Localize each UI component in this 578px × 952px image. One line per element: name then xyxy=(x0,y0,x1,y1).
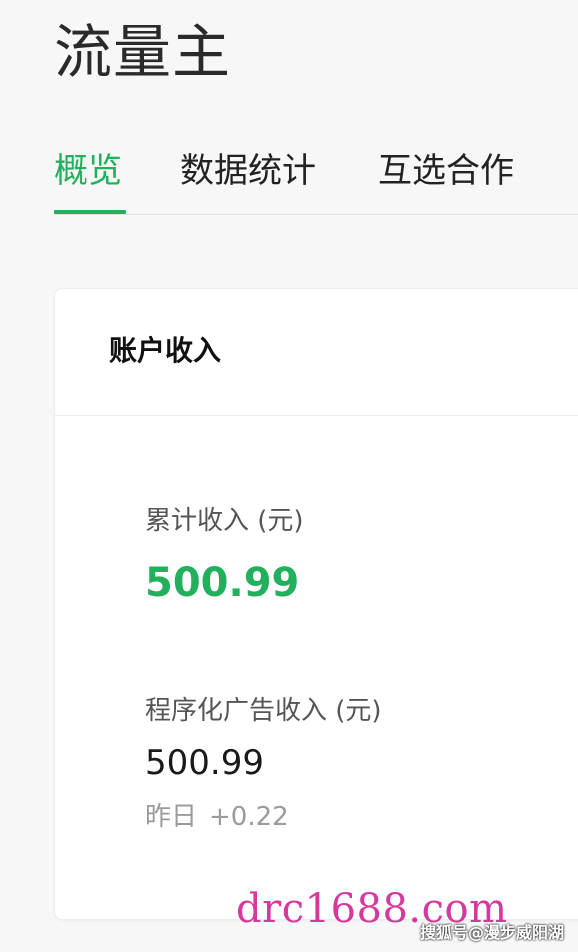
programmatic-ad-income-value: 500.99 xyxy=(145,743,264,783)
programmatic-ad-income-label: 程序化广告收入 (元) xyxy=(145,696,382,726)
tab-mutual-selection[interactable]: 互选合作 xyxy=(378,146,514,196)
card-title: 账户收入 xyxy=(109,334,222,367)
tab-overview[interactable]: 概览 xyxy=(54,146,122,196)
yesterday-change: 昨日 +0.22 xyxy=(145,799,289,835)
cumulative-income-label: 累计收入 (元) xyxy=(145,506,304,536)
account-income-card: 账户收入 累计收入 (元) 500.99 程序化广告收入 (元) 500.99 … xyxy=(54,288,578,920)
tab-bar: 概览 数据统计 互选合作 xyxy=(54,146,578,216)
yesterday-label: 昨日 xyxy=(145,802,198,832)
watermark-credit: 搜狐号@漫步威阳湖 xyxy=(419,923,564,942)
cumulative-income-value: 500.99 xyxy=(145,560,300,606)
yesterday-delta: +0.22 xyxy=(209,802,289,832)
card-header: 账户收入 xyxy=(55,289,578,416)
tabs-divider xyxy=(54,214,578,215)
page-title: 流量主 xyxy=(54,18,232,86)
tab-data-statistics[interactable]: 数据统计 xyxy=(180,146,316,196)
